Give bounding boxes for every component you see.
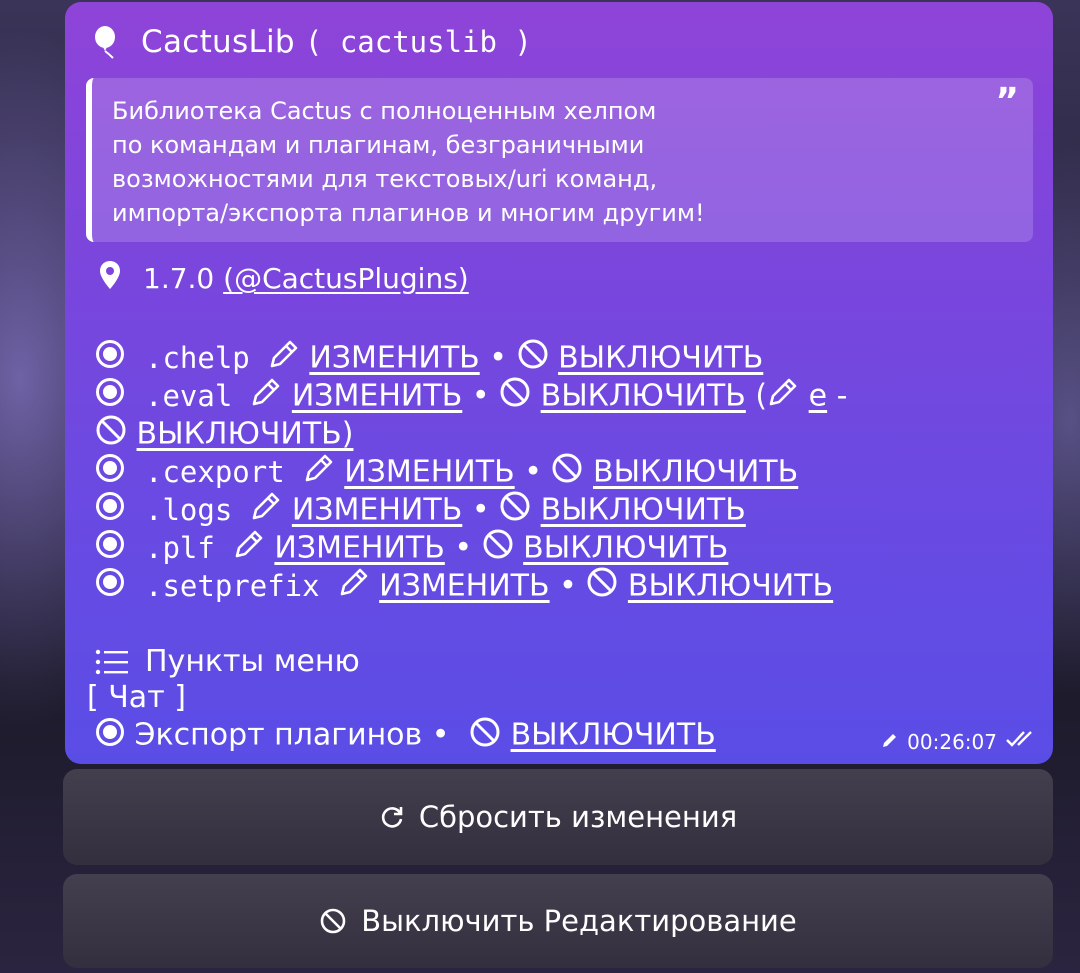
disable-editing-label: Выключить Редактирование [361,904,797,938]
disable-link[interactable]: ВЫКЛЮЧИТЬ [593,455,798,490]
block-icon [499,376,531,418]
separator: • [559,568,577,604]
pencil-icon [303,452,335,494]
block-icon [482,528,514,570]
radio-icon [95,529,125,569]
disable-link[interactable]: ВЫКЛЮЧИТЬ [523,531,728,566]
disable-link[interactable]: ВЫКЛЮЧИТЬ [558,341,763,376]
pencil-icon [881,730,899,754]
location-pin-icon [99,260,121,297]
command-row: .plf ИЗМЕНИТЬ • ВЫКЛЮЧИТЬ [95,528,728,570]
separator: • [471,492,490,528]
menu-title: Пункты меню [145,644,360,679]
command-row: .setprefix ИЗМЕНИТЬ • ВЫКЛЮЧИТЬ [95,566,833,608]
description-line: Библиотека Cactus с полноценным хелпом [112,97,657,125]
pencil-icon [250,376,282,418]
radio-icon [95,453,125,493]
pencil-icon [233,528,265,570]
reset-changes-button[interactable]: Сбросить изменения [63,769,1053,865]
command-row-continued: ВЫКЛЮЧИТЬ) [95,414,353,456]
command-name: .chelp [145,340,250,375]
edit-link[interactable]: ИЗМЕНИТЬ [292,379,462,414]
radio-icon [95,491,125,531]
disable-link[interactable]: ВЫКЛЮЧИТЬ [541,379,746,414]
radio-icon [95,377,125,417]
radio-icon [95,339,125,379]
separator: • [489,340,507,376]
edit-link[interactable]: ИЗМЕНИТЬ [292,493,462,528]
chat-section-label: [ Чат ] [87,680,186,715]
block-icon [469,716,501,756]
command-row: .cexport ИЗМЕНИТЬ • ВЫКЛЮЧИТЬ [95,452,798,494]
message-time: 00:26:07 [907,729,997,754]
pencil-icon [268,338,300,380]
block-icon [586,566,618,608]
plugin-id: ( cactuslib ) [304,25,532,59]
command-name: .cexport [145,454,285,489]
radio-icon [95,717,125,755]
command-name: .setprefix [145,568,320,603]
plugin-name: CactusLib [141,24,295,60]
block-icon [551,452,583,494]
disable-editing-button[interactable]: Выключить Редактирование [63,874,1053,968]
edit-link[interactable]: ИЗМЕНИТЬ [379,569,549,604]
message-meta: 00:26:07 [881,729,1039,754]
double-check-icon [1005,729,1039,754]
message-bubble: CactusLib ( cactuslib ) ” Библиотека Cac… [65,2,1053,764]
description-line: возможностями для текстовых/uri команд, [112,165,658,193]
block-icon [517,338,549,380]
plugin-title-row: CactusLib ( cactuslib ) [93,24,532,60]
refresh-icon [379,804,405,830]
reset-changes-label: Сбросить изменения [418,800,738,834]
alias-open: ( [755,378,768,414]
menu-item-export: Экспорт плагинов • ВЫКЛЮЧИТЬ [95,716,716,756]
description-line: по командам и плагинам, безграничными [112,131,645,159]
quote-icon: ” [995,81,1019,122]
alias-dash: - [836,378,848,414]
plugin-description: ” Библиотека Cactus с полноценным хелпом… [86,78,1033,242]
version-number: 1.7.0 [143,262,215,295]
command-row: .logs ИЗМЕНИТЬ • ВЫКЛЮЧИТЬ [95,490,746,532]
alias-disable-link[interactable]: ВЫКЛЮЧИТЬ) [137,417,354,452]
command-row: .eval ИЗМЕНИТЬ • ВЫКЛЮЧИТЬ ( e - [95,376,848,418]
disable-link[interactable]: ВЫКЛЮЧИТЬ [541,493,746,528]
command-row: .chelp ИЗМЕНИТЬ • ВЫКЛЮЧИТЬ [95,338,763,380]
disable-link[interactable]: ВЫКЛЮЧИТЬ [511,718,716,753]
separator: • [524,454,542,490]
menu-item-label: Экспорт плагинов [134,717,423,753]
separator: • [431,717,450,753]
disable-link[interactable]: ВЫКЛЮЧИТЬ [628,569,833,604]
block-icon [319,907,347,935]
block-icon [499,490,531,532]
radio-icon [95,567,125,607]
list-icon [95,649,129,675]
pencil-icon [250,490,282,532]
edit-link[interactable]: ИЗМЕНИТЬ [309,341,479,376]
description-line: импорта/экспорта плагинов и многим други… [112,199,705,227]
author-link[interactable]: (@CactusPlugins) [223,262,469,295]
edit-link[interactable]: ИЗМЕНИТЬ [344,455,514,490]
version-row: 1.7.0 (@CactusPlugins) [99,260,469,297]
edit-link[interactable]: ИЗМЕНИТЬ [274,531,444,566]
separator: • [454,530,473,566]
command-name: .eval [145,378,233,413]
block-icon [95,414,127,456]
separator: • [471,378,490,414]
pencil-icon [338,566,370,608]
alias-edit-link[interactable]: e [809,379,827,414]
menu-items-header: Пункты меню [95,644,360,679]
command-name: .plf [145,530,215,565]
command-name: .logs [145,492,233,527]
balloon-icon [93,25,119,59]
pencil-icon [767,376,799,418]
